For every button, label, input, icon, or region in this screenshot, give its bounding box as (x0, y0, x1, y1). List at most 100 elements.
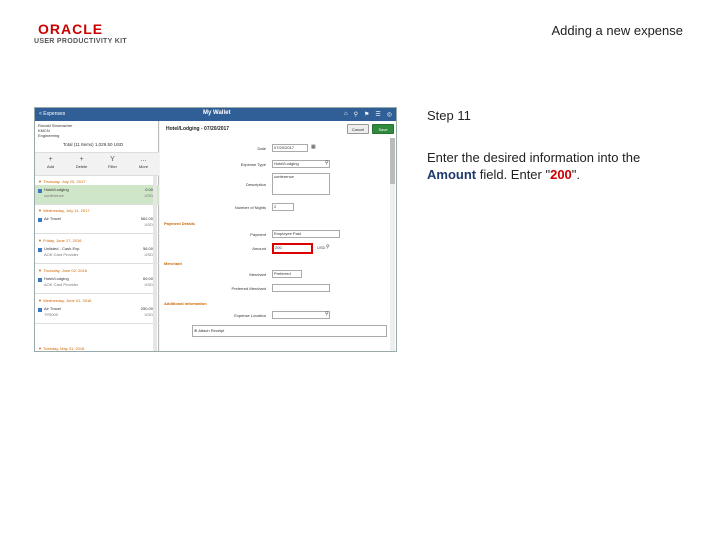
add-label: Add (46, 164, 55, 169)
description-label: Description (245, 182, 266, 187)
instruction-pre: Enter the desired information into the (427, 150, 641, 165)
more-icon: ... (140, 156, 147, 163)
home-icon[interactable]: ⌂ (344, 111, 348, 118)
merchant-section: Merchant (164, 261, 182, 266)
preferred-merchant-label: Preferred Merchant (231, 286, 266, 291)
page-title: Adding a new expense (551, 23, 683, 38)
instruction-post: ". (571, 167, 581, 182)
expense-icon (38, 248, 42, 252)
logo-oracle-text: ORACLE (38, 21, 104, 37)
more-button[interactable]: ... More (128, 153, 159, 175)
payment-section: Payment Details (164, 221, 195, 226)
group-header[interactable]: ▼ Thursday, June 02, 2016 (35, 268, 159, 273)
expense-type-label: Expense Type (240, 162, 266, 167)
location-search-icon[interactable]: ⚲ (325, 311, 329, 317)
row-value: 56.00 (142, 246, 153, 251)
expense-icon (38, 308, 42, 312)
expense-icon (38, 278, 42, 282)
group-header[interactable]: ▼ Wednesday, July 11, 2017 (35, 208, 159, 213)
expense-type-field[interactable]: Hotel/Lodging (272, 160, 330, 168)
row-value: 250.00 (140, 306, 153, 311)
user-info: Ronald Strumacher KMCN Engineering (38, 123, 72, 138)
list-scrollbar[interactable] (153, 176, 157, 351)
more-label: More (138, 164, 149, 169)
filter-label: Filter (108, 164, 117, 169)
description-field[interactable]: conference (272, 173, 330, 195)
list-item[interactable]: Hotel/Lodging conference 0.00 USD (35, 185, 159, 205)
attach-receipt-row[interactable]: ⊕ Attach Receipt (192, 325, 387, 337)
merchant-label: Merchant (249, 272, 266, 277)
row-name: Air Travel (44, 306, 61, 311)
calendar-icon[interactable]: ▦ (311, 144, 316, 150)
row-desc: AOK Card Provider (44, 282, 79, 287)
list-item[interactable]: Hotel/Lodging AOK Card Provider 69.00 US… (35, 274, 159, 294)
instruction-value: 200 (550, 167, 572, 182)
group-header[interactable]: ▼ Thursday, July 20, 2017 (35, 179, 159, 184)
payment-label: Payment (250, 232, 266, 237)
list-toolbar: + Add + Delete Y Filter ... More (35, 152, 159, 176)
back-link[interactable]: < Expenses (39, 111, 65, 117)
cancel-button[interactable]: Cancel (347, 124, 369, 134)
menu-icon[interactable]: ☰ (375, 111, 380, 118)
instruction-field-label: Amount (427, 167, 477, 182)
list-item[interactable]: Unlisted - Cash Exp. AOK Card Provider 5… (35, 244, 159, 264)
delete-label: Delete (75, 164, 88, 169)
topbar-icons: ⌂ ⚲ ⚑ ☰ ◎ (344, 111, 392, 118)
flag-icon[interactable]: ⚑ (364, 111, 369, 118)
amount-input[interactable]: 200 (272, 243, 313, 254)
delete-icon: + (79, 156, 84, 163)
detail-scrollbar-thumb[interactable] (390, 138, 395, 184)
search-icon[interactable]: ⚲ (325, 160, 329, 166)
date-label: Date (257, 146, 266, 151)
additional-section: Additional Information (164, 301, 207, 306)
date-field[interactable]: 07/20/2017 (272, 144, 308, 152)
app-screenshot: < Expenses My Wallet ⌂ ⚲ ⚑ ☰ ◎ Ronald St… (34, 107, 397, 352)
search-icon[interactable]: ⚲ (354, 111, 358, 118)
row-desc: conference (44, 193, 64, 198)
add-icon: + (48, 156, 53, 163)
row-currency: USD (144, 312, 153, 317)
row-desc: TP5000 (44, 312, 59, 317)
instruction-text: Enter the desired information into the A… (427, 149, 667, 183)
row-name: Hotel/Lodging (44, 187, 69, 192)
row-currency: USD (144, 222, 153, 227)
logo-subtitle: USER PRODUCTIVITY KIT (34, 38, 127, 45)
attach-label: Attach Receipt (198, 328, 225, 333)
compass-icon[interactable]: ◎ (387, 111, 392, 118)
detail-header: Hotel/Lodging - 07/20/2017 (166, 126, 230, 132)
save-button[interactable]: Save (372, 124, 394, 134)
row-name: Unlisted - Cash Exp. (44, 246, 81, 251)
nights-field[interactable]: 2 (272, 203, 294, 211)
add-button[interactable]: + Add (35, 153, 66, 175)
instruction-mid: field. Enter " (476, 167, 551, 182)
amount-label: Amount (252, 246, 266, 251)
row-currency: USD (144, 193, 153, 198)
row-value: 562.00 (140, 216, 153, 221)
currency-search-icon[interactable]: ⚲ (326, 244, 330, 250)
list-item[interactable]: Air Travel 562.00 USD (35, 214, 159, 234)
location-label: Expense Location (234, 313, 266, 318)
filter-button[interactable]: Y Filter (97, 153, 128, 175)
row-name: Hotel/Lodging (44, 276, 69, 281)
group-header[interactable]: ▼ Friday, June 17, 2016 (35, 238, 159, 243)
row-value: 69.00 (142, 276, 153, 281)
step-label: Step 11 (427, 108, 471, 123)
delete-button[interactable]: + Delete (66, 153, 97, 175)
group-header[interactable]: ▼ Tuesday, May 31, 2016 (35, 346, 159, 351)
merchant-select[interactable]: Preferred (272, 270, 302, 278)
filter-icon: Y (110, 156, 115, 163)
list-item[interactable]: Air Travel TP5000 250.00 USD (35, 304, 159, 324)
expense-icon (38, 218, 42, 222)
expense-list-panel: Ronald Strumacher KMCN Engineering Total… (35, 121, 159, 351)
row-currency: USD (144, 252, 153, 257)
app-title: My Wallet (203, 110, 231, 116)
row-desc: AOK Card Provider (44, 252, 79, 257)
currency-code: USD (317, 245, 326, 250)
group-header[interactable]: ▼ Wednesday, June 01, 2016 (35, 298, 159, 303)
payment-select[interactable]: Employee Paid (272, 230, 340, 238)
preferred-merchant-select[interactable] (272, 284, 330, 292)
user-sub2: Engineering (38, 133, 60, 138)
location-field[interactable] (272, 311, 330, 319)
nights-label: Number of Nights (234, 205, 266, 210)
oracle-upk-logo: ORACLE USER PRODUCTIVITY KIT (34, 22, 127, 45)
